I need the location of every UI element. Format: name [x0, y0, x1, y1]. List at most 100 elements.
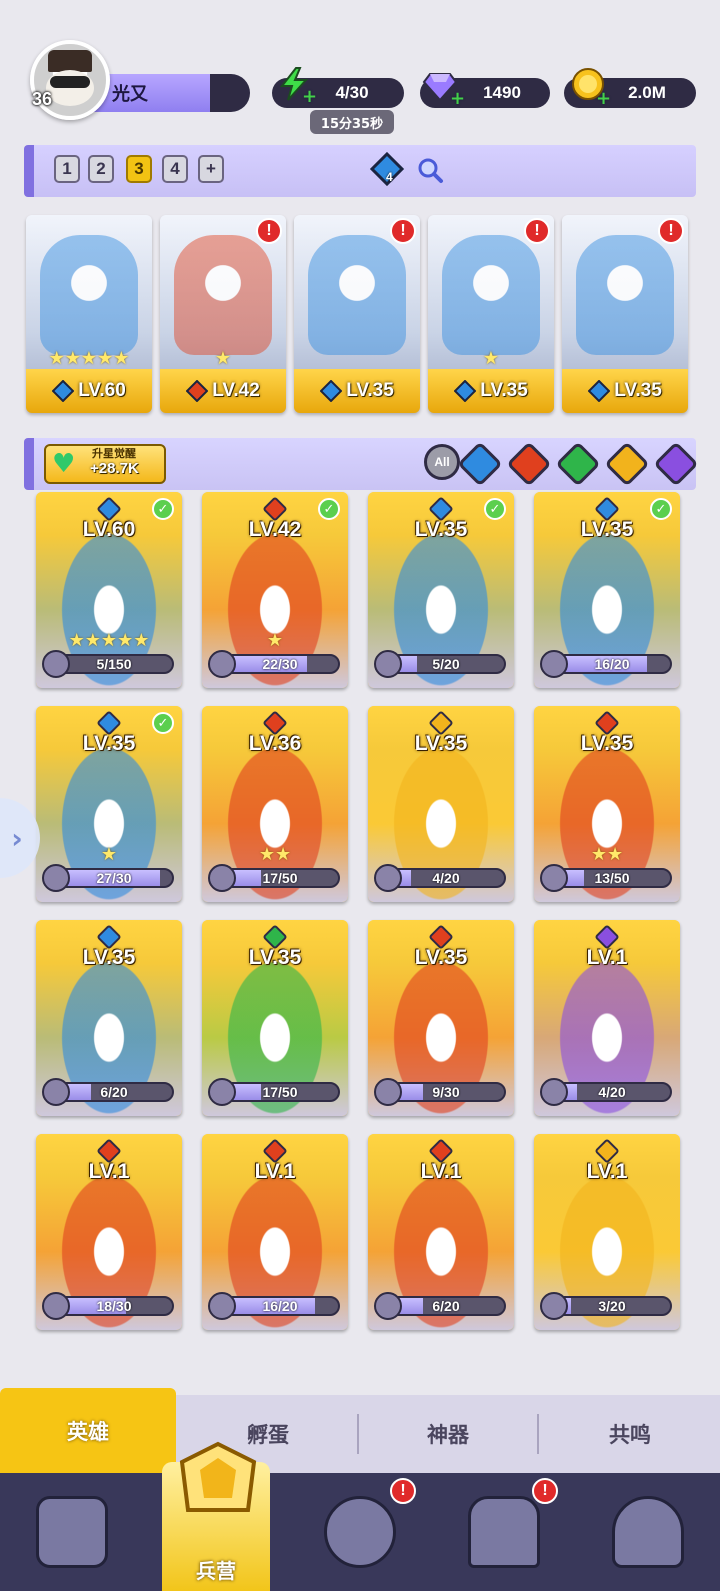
hero-card[interactable]: LV.1 18/30: [36, 1134, 182, 1330]
hero-level: LV.60: [82, 518, 136, 541]
avatar-hat: [48, 50, 92, 72]
shard-progress-bar: 22/30: [220, 654, 340, 674]
hero-level: LV.35: [414, 518, 468, 541]
heart-icon: ♥: [52, 449, 76, 479]
hero-level: LV.35: [580, 518, 634, 541]
hero-level: LV.35: [414, 732, 468, 755]
team-page-3-button[interactable]: 3: [126, 155, 152, 183]
shard-icon: [374, 1292, 402, 1320]
shard-progress-bar: 3/20: [552, 1296, 672, 1316]
shard-progress-bar: 5/150: [54, 654, 174, 674]
crystal-count: 4: [386, 170, 393, 184]
shard-icon: [208, 864, 236, 892]
hero-level: LV.35: [414, 946, 468, 969]
add-energy-icon[interactable]: +: [302, 86, 317, 107]
filter-all-button[interactable]: All: [424, 444, 460, 480]
shard-progress-text: 17/50: [262, 870, 298, 886]
alert-icon: !: [256, 218, 282, 244]
shard-icon: [208, 1078, 236, 1106]
shard-progress-text: 6/20: [432, 1298, 460, 1314]
hero-card[interactable]: LV.35 9/30: [368, 920, 514, 1116]
shrine-alert-icon: !: [532, 1478, 558, 1504]
add-team-page-button[interactable]: +: [198, 155, 224, 183]
tab-artifacts[interactable]: 神器: [360, 1395, 536, 1473]
team-slot[interactable]: LV.35: [562, 215, 688, 413]
team-slot[interactable]: ★★★★★ LV.60: [26, 215, 152, 413]
hero-level: LV.35: [580, 732, 634, 755]
mushroom-icon: [612, 1496, 684, 1568]
shard-icon: [42, 1292, 70, 1320]
nav-cards[interactable]: [0, 1473, 144, 1591]
team-slot[interactable]: ★ LV.35: [428, 215, 554, 413]
check-icon: ✓: [318, 498, 340, 520]
hero-card[interactable]: ✓ LV.35 16/20: [534, 492, 680, 688]
hero-card[interactable]: LV.35 4/20: [368, 706, 514, 902]
shard-icon: [208, 1292, 236, 1320]
shard-progress-text: 6/20: [100, 1084, 128, 1100]
tab-heroes[interactable]: 英雄: [0, 1388, 176, 1473]
chevron-right-icon[interactable]: ›: [0, 798, 40, 878]
hero-card[interactable]: ✓ LV.35 ★ 27/30: [36, 706, 182, 902]
gold-value: 2.0M: [628, 83, 666, 102]
shard-progress-text: 13/50: [594, 870, 630, 886]
shard-progress-bar: 13/50: [552, 868, 672, 888]
hero-level: LV.1: [586, 946, 628, 969]
hero-stars: ★★: [590, 844, 624, 865]
team-page-1-button[interactable]: 1: [54, 155, 80, 183]
hero-stars: ★★★★★: [68, 630, 150, 651]
alert-icon: !: [524, 218, 550, 244]
team-level-bar: LV.60: [26, 369, 152, 413]
hero-stars: ★: [100, 844, 118, 865]
nav-guild[interactable]: [576, 1473, 720, 1591]
team-level-bar: LV.35: [562, 369, 688, 413]
shard-icon: [208, 650, 236, 678]
shard-icon: [540, 1078, 568, 1106]
check-icon: ✓: [152, 712, 174, 734]
hero-card[interactable]: ✓ LV.35 5/20: [368, 492, 514, 688]
shard-progress-bar: 17/50: [220, 1082, 340, 1102]
shard-progress-text: 4/20: [432, 870, 460, 886]
shard-icon: [540, 864, 568, 892]
water-element-icon: [588, 380, 611, 402]
hero-card[interactable]: LV.1 16/20: [202, 1134, 348, 1330]
team-page-4-button[interactable]: 4: [162, 155, 188, 183]
shard-progress-bar: 16/20: [552, 654, 672, 674]
cards-icon: [36, 1496, 108, 1568]
hero-card[interactable]: LV.1 4/20: [534, 920, 680, 1116]
team-page-bar: [24, 145, 696, 197]
hero-stars: ★: [214, 348, 232, 369]
hero-card[interactable]: LV.35 17/50: [202, 920, 348, 1116]
hero-card[interactable]: ✓ LV.42 ★ 22/30: [202, 492, 348, 688]
shard-progress-text: 3/20: [598, 1298, 626, 1314]
hero-stars: ★: [482, 348, 500, 369]
shard-icon: [540, 650, 568, 678]
hero-card[interactable]: LV.1 6/20: [368, 1134, 514, 1330]
add-gold-icon[interactable]: +: [596, 88, 611, 109]
team-level-bar: LV.35: [428, 369, 554, 413]
team-slot[interactable]: ★ LV.42: [160, 215, 286, 413]
hero-card[interactable]: LV.35 ★★ 13/50: [534, 706, 680, 902]
shard-progress-bar: 27/30: [54, 868, 174, 888]
hero-card[interactable]: LV.1 3/20: [534, 1134, 680, 1330]
shard-progress-text: 5/150: [96, 656, 132, 672]
team-page-2-button[interactable]: 2: [88, 155, 114, 183]
hero-card[interactable]: LV.36 ★★ 17/50: [202, 706, 348, 902]
player-level: 36: [31, 88, 53, 109]
fire-element-icon: [186, 380, 209, 402]
energy-value: 4/30: [335, 83, 369, 102]
hero-level: LV.36: [248, 732, 302, 755]
hero-card[interactable]: LV.35 6/20: [36, 920, 182, 1116]
shard-progress-bar: 18/30: [54, 1296, 174, 1316]
alert-icon: !: [390, 218, 416, 244]
tab-resonance[interactable]: 共鸣: [540, 1395, 720, 1473]
hero-card[interactable]: ✓ LV.60 ★★★★★ 5/150: [36, 492, 182, 688]
search-icon[interactable]: [416, 156, 444, 184]
team-slot[interactable]: LV.35: [294, 215, 420, 413]
shard-icon: [540, 1292, 568, 1320]
nav-barracks-label: 兵营: [196, 1559, 236, 1583]
hero-stars: ★★: [258, 844, 292, 865]
add-gems-icon[interactable]: +: [450, 88, 465, 109]
upgrade-title: 升星觉醒: [92, 447, 136, 460]
hero-level: LV.35: [82, 732, 136, 755]
shard-icon: [42, 864, 70, 892]
